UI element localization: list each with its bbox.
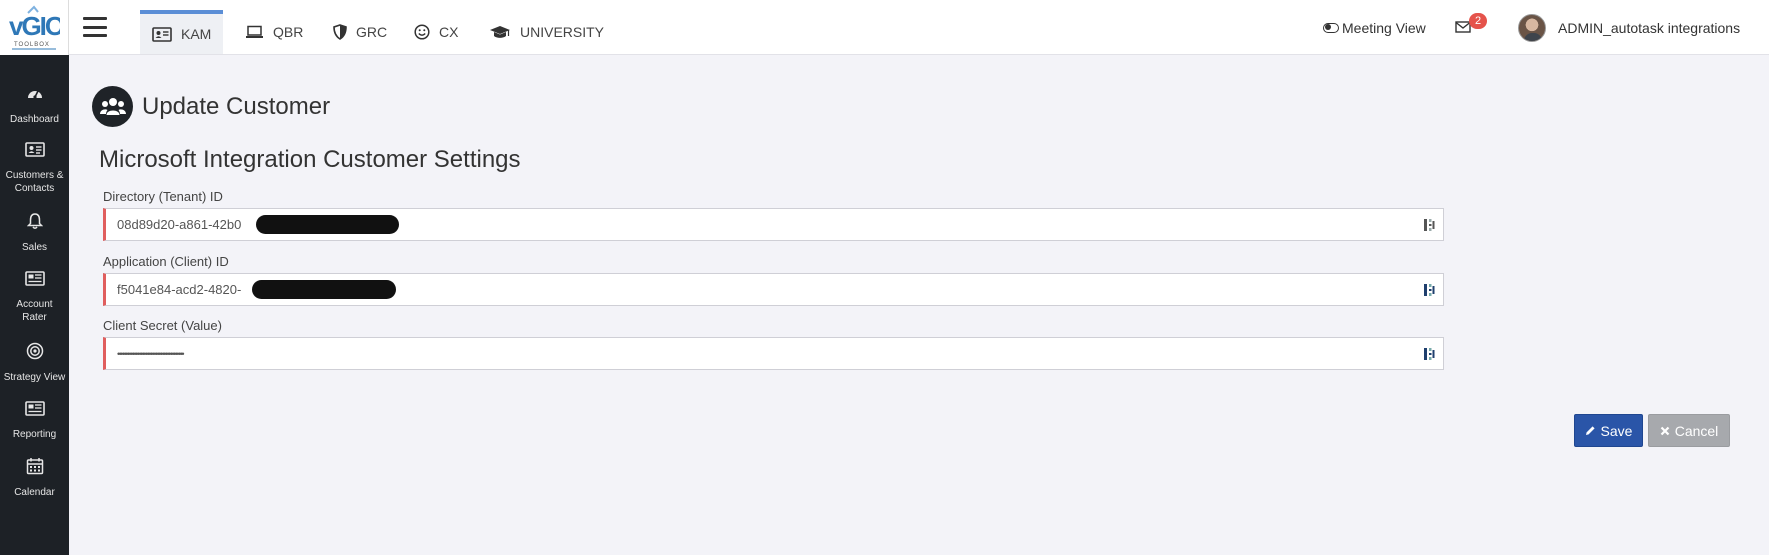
sidebar-item-strategy-view[interactable]: Strategy View	[0, 340, 69, 384]
password-manager-icon[interactable]	[1423, 218, 1435, 232]
cancel-label: Cancel	[1674, 422, 1719, 439]
id-card-icon	[152, 26, 172, 42]
tab-qbr[interactable]: QBR	[233, 10, 315, 54]
section-title: Microsoft Integration Customer Settings	[99, 146, 521, 173]
tab-label: KAM	[181, 26, 212, 42]
bell-icon	[24, 210, 46, 232]
sidebar: vGIO TOOLBOX Dashboard Customers & Conta…	[0, 0, 69, 555]
tab-label: QBR	[273, 24, 304, 40]
save-label: Save	[1600, 422, 1633, 439]
sidebar-item-customers-contacts[interactable]: Customers & Contacts	[0, 138, 69, 195]
smile-icon	[414, 24, 430, 40]
client-secret-field-wrapper	[103, 337, 1444, 370]
tab-university[interactable]: UNIVERSITY	[477, 10, 616, 54]
user-menu[interactable]: ADMIN_autotask integrations	[1518, 0, 1740, 55]
tab-grc[interactable]: GRC	[321, 10, 399, 54]
client-secret-input[interactable]	[106, 338, 1406, 369]
top-navbar: KAM QBR GRC CX UNIVERSITY Meeting View A…	[69, 0, 1769, 55]
tab-label: UNIVERSITY	[520, 24, 605, 40]
target-icon	[24, 340, 46, 362]
password-manager-icon[interactable]	[1423, 347, 1435, 361]
sidebar-item-calendar[interactable]: Calendar	[0, 455, 69, 499]
client-secret-label: Client Secret (Value)	[103, 318, 222, 333]
notification-badge: 2	[1469, 13, 1487, 29]
app-logo[interactable]: vGIO TOOLBOX	[0, 0, 69, 55]
svg-text:TOOLBOX: TOOLBOX	[14, 42, 50, 48]
tenant-id-label: Directory (Tenant) ID	[103, 189, 223, 204]
graduation-cap-icon	[489, 25, 511, 40]
page-title: Update Customer	[142, 92, 331, 120]
sidebar-item-label: Reporting	[12, 429, 57, 440]
laptop-icon	[245, 25, 264, 39]
toggle-icon	[1323, 22, 1339, 33]
sidebar-item-reporting[interactable]: Reporting	[0, 397, 69, 441]
sidebar-item-label: Account Rater	[16, 299, 53, 323]
save-button[interactable]: Save	[1574, 414, 1643, 447]
page-header: Update Customer	[92, 86, 330, 127]
sidebar-item-account-rater[interactable]: Account Rater	[0, 267, 69, 324]
tenant-id-field-wrapper	[103, 208, 1444, 241]
newspaper-icon	[24, 267, 46, 289]
shield-icon	[333, 24, 347, 40]
client-id-label: Application (Client) ID	[103, 254, 229, 269]
svg-text:vGIO: vGIO	[9, 11, 60, 41]
dashboard-gauge-icon	[24, 82, 46, 104]
avatar	[1518, 13, 1546, 42]
hamburger-menu-icon[interactable]	[83, 17, 107, 37]
id-card-icon	[24, 138, 46, 160]
sidebar-item-dashboard[interactable]: Dashboard	[0, 82, 69, 126]
sidebar-item-label: Calendar	[14, 487, 55, 498]
sidebar-item-label: Sales	[21, 242, 47, 253]
sidebar-item-sales[interactable]: Sales	[0, 210, 69, 254]
user-name: ADMIN_autotask integrations	[1558, 19, 1741, 36]
redaction-mark	[252, 280, 396, 299]
sidebar-item-label: Strategy View	[3, 372, 66, 383]
calendar-icon	[24, 455, 46, 477]
pencil-icon	[1585, 423, 1596, 439]
sidebar-item-label: Dashboard	[10, 114, 59, 125]
client-id-field-wrapper	[103, 273, 1444, 306]
tab-label: GRC	[356, 24, 388, 40]
close-icon	[1660, 423, 1670, 439]
sidebar-item-label: Customers & Contacts	[5, 170, 64, 194]
redaction-mark	[256, 215, 399, 234]
mail-button[interactable]	[1455, 0, 1471, 55]
users-group-icon	[92, 86, 133, 127]
meeting-view-toggle[interactable]: Meeting View	[1323, 0, 1426, 55]
password-manager-icon[interactable]	[1423, 283, 1435, 297]
meeting-view-label: Meeting View	[1342, 19, 1426, 36]
newspaper-icon	[24, 397, 46, 419]
cancel-button[interactable]: Cancel	[1648, 414, 1730, 447]
tab-cx[interactable]: CX	[402, 10, 470, 54]
tab-label: CX	[439, 24, 459, 40]
tab-kam[interactable]: KAM	[140, 10, 224, 54]
